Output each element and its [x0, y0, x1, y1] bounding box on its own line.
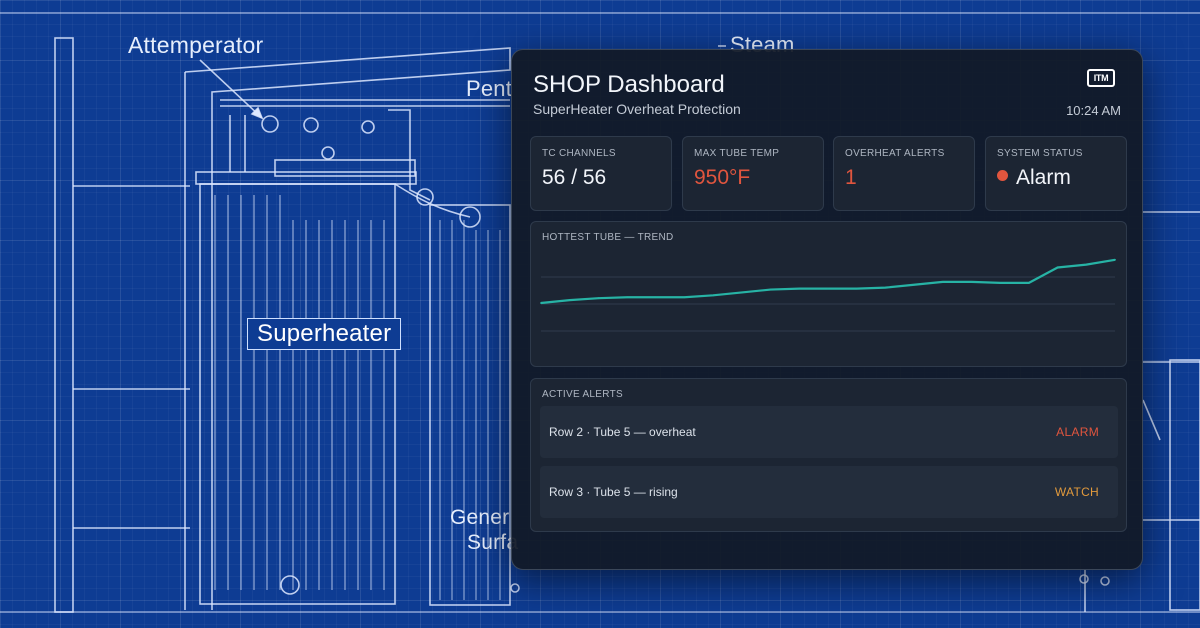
- trend-point: [1056, 266, 1059, 269]
- trend-point: [741, 291, 743, 294]
- trend-point: [913, 283, 915, 286]
- trend-point: [1085, 263, 1088, 266]
- trend-point: [597, 297, 600, 300]
- gener-label: Gener: [450, 506, 510, 529]
- superheater-label: Superheater: [247, 318, 402, 350]
- pent-label: Pent: [466, 76, 513, 101]
- card-system-status[interactable]: SYSTEM STATUS Alarm: [985, 136, 1127, 211]
- shop-dashboard-panel: SHOP Dashboard SuperHeater Overheat Prot…: [511, 49, 1143, 570]
- card-label: MAX TUBE TEMP: [694, 148, 780, 159]
- trend-point: [855, 287, 858, 290]
- card-label: OVERHEAT ALERTS: [845, 148, 945, 159]
- alarm-status-dot-icon: [997, 170, 1008, 181]
- trend-point: [626, 296, 628, 299]
- alarm-badge: ALARM: [1056, 425, 1099, 439]
- trend-point: [712, 294, 715, 297]
- trend-point: [970, 280, 973, 283]
- trend-point: [1028, 281, 1030, 284]
- active-alerts-panel: ACTIVE ALERTS Row 2 · Tube 5 — overheat …: [530, 378, 1127, 532]
- card-label: SYSTEM STATUS: [997, 148, 1083, 159]
- attemperator-label: Attemperator: [128, 32, 264, 58]
- trend-plot: [540, 258, 1116, 332]
- alert-row[interactable]: Row 3 · Tube 5 — rising WATCH: [540, 466, 1118, 518]
- card-max-tube-temp[interactable]: MAX TUBE TEMP 950°F: [682, 136, 824, 211]
- trend-point: [827, 287, 829, 290]
- dashboard-subtitle: SuperHeater Overheat Protection: [533, 101, 741, 117]
- status-value-wrap: Alarm: [997, 166, 1071, 190]
- dashboard-title: SHOP Dashboard: [533, 71, 725, 98]
- hottest-tube-trend-chart: HOTTEST TUBE — TREND: [530, 221, 1127, 367]
- alert-row[interactable]: Row 2 · Tube 5 — overheat ALARM: [540, 406, 1118, 458]
- trend-point: [941, 280, 944, 283]
- watch-badge: WATCH: [1054, 485, 1099, 499]
- alert-text: Row 2 · Tube 5 — overheat: [549, 425, 696, 439]
- card-value: 1: [845, 166, 857, 189]
- alerts-label: ACTIVE ALERTS: [542, 389, 623, 400]
- card-label: TC CHANNELS: [542, 148, 616, 159]
- stat-cards: TC CHANNELS 56 / 56 MAX TUBE TEMP 950°F …: [530, 136, 1127, 211]
- trend-point: [654, 296, 657, 299]
- itm-logo-icon: ITM: [1087, 69, 1115, 87]
- trend-point: [999, 281, 1002, 284]
- trend-point: [683, 296, 686, 299]
- trend-point: [568, 299, 571, 302]
- alert-text: Row 3 · Tube 5 — rising: [549, 485, 678, 499]
- card-overheat-alerts[interactable]: OVERHEAT ALERTS 1: [833, 136, 975, 211]
- dashboard-header: SHOP Dashboard SuperHeater Overheat Prot…: [512, 50, 1142, 128]
- status-value: Alarm: [1016, 166, 1071, 189]
- card-tc-channels[interactable]: TC CHANNELS 56 / 56: [530, 136, 672, 211]
- clock-time: 10:24 AM: [1066, 103, 1121, 118]
- trend-point: [884, 286, 887, 289]
- trend-point: [769, 288, 772, 291]
- trend-point: [540, 302, 542, 304]
- card-value: 950°F: [694, 166, 751, 189]
- trend-point: [798, 287, 801, 290]
- card-value: 56 / 56: [542, 166, 607, 189]
- trend-point: [1114, 258, 1116, 261]
